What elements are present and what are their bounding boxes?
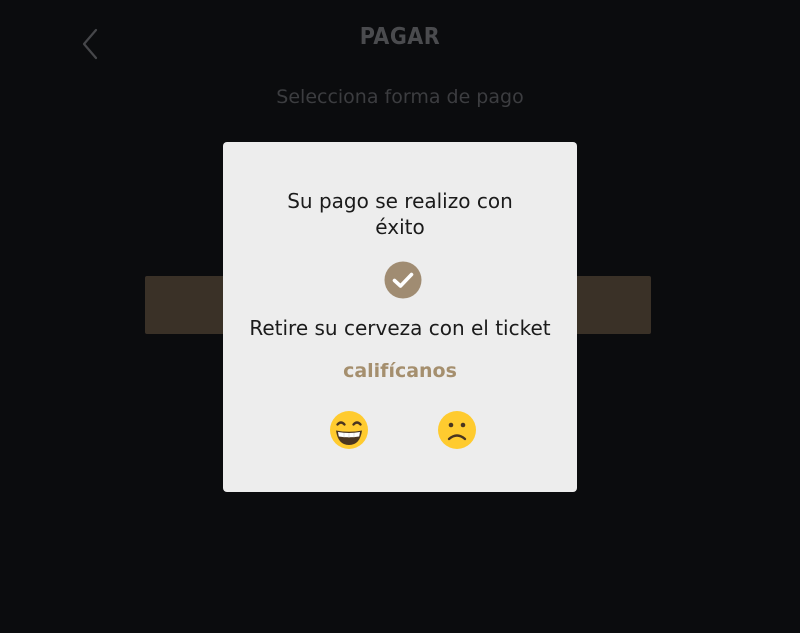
pickup-instruction: Retire su cerveza con el ticket [249,316,551,340]
rate-label: califícanos [343,360,457,382]
frowning-face-icon[interactable] [437,410,477,450]
payment-success-modal: Su pago se realizo con éxito Retire su c… [223,142,577,492]
grinning-face-icon[interactable] [329,410,369,450]
success-message: Su pago se realizo con éxito [287,189,513,239]
check-circle-icon [384,261,422,299]
